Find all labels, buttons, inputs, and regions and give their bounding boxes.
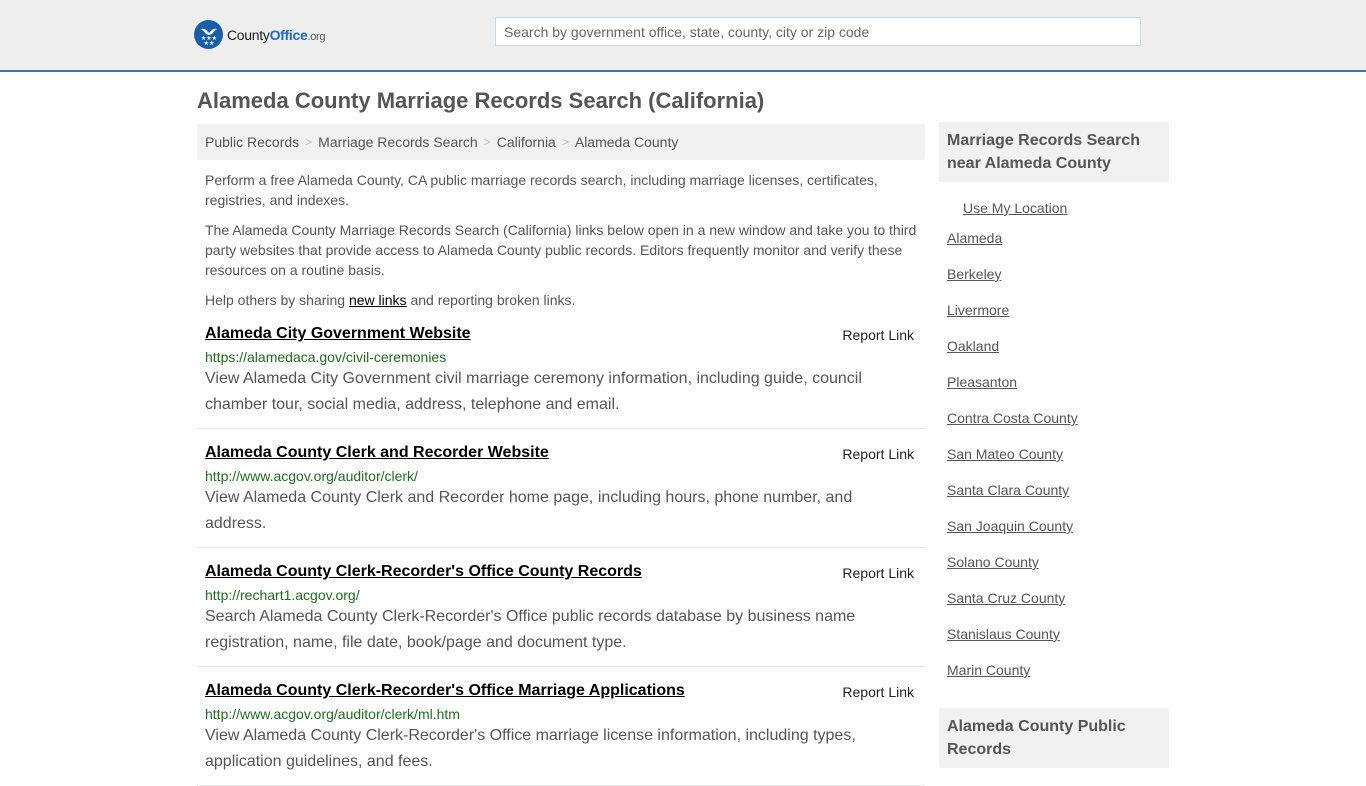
listing-title-link[interactable]: Alameda County Clerk and Recorder Websit… (205, 443, 549, 463)
nearby-item: Solano County (947, 544, 1161, 580)
nearby-item: Marin County (947, 652, 1161, 688)
use-my-location-link[interactable]: Use My Location (963, 200, 1067, 216)
listing-description: View Alameda County Clerk and Recorder h… (205, 489, 853, 532)
eagle-stars-icon: ★★★ ★★ (194, 20, 223, 49)
new-links-link[interactable]: new links (349, 292, 407, 308)
listing-url: http://www.acgov.org/auditor/clerk/ (205, 468, 418, 484)
nearby-item: Oakland (947, 328, 1161, 364)
listing-url: http://www.acgov.org/auditor/clerk/ml.ht… (205, 706, 460, 722)
breadcrumb-alameda-county[interactable]: Alameda County (575, 134, 679, 150)
report-link-button[interactable]: Report Link (842, 565, 914, 581)
listing-item: Alameda County Clerk-Recorder's Office C… (197, 548, 925, 667)
nearby-link-marin-county[interactable]: Marin County (947, 662, 1030, 678)
nearby-link-alameda[interactable]: Alameda (947, 230, 1002, 246)
nearby-item: Berkeley (947, 256, 1161, 292)
page-title: Alameda County Marriage Records Search (… (197, 88, 765, 113)
breadcrumb-california[interactable]: California (497, 134, 556, 150)
nearby-item: Stanislaus County (947, 616, 1161, 652)
nearby-item: Livermore (947, 292, 1161, 328)
breadcrumb-separator: > (561, 135, 569, 149)
listing-title-link[interactable]: Alameda County Clerk-Recorder's Office M… (205, 681, 685, 701)
nearby-item: Pleasanton (947, 364, 1161, 400)
nearby-link-berkeley[interactable]: Berkeley (947, 266, 1001, 282)
sidebar: Marriage Records Search near Alameda Cou… (939, 122, 1169, 768)
listing-title-link[interactable]: Alameda City Government Website (205, 324, 471, 344)
nearby-link-santa-clara-county[interactable]: Santa Clara County (947, 482, 1069, 498)
breadcrumb-public-records[interactable]: Public Records (205, 134, 299, 150)
listing-item: Alameda County Clerk-Recorder's Office M… (197, 667, 925, 786)
report-link-button[interactable]: Report Link (842, 446, 914, 462)
nearby-link-santa-cruz-county[interactable]: Santa Cruz County (947, 590, 1065, 606)
listing-item: Alameda City Government Website Report L… (197, 310, 925, 429)
site-header: ★★★ ★★ CountyOffice.org (0, 0, 1366, 72)
nearby-item: Contra Costa County (947, 400, 1161, 436)
nearby-link-oakland[interactable]: Oakland (947, 338, 999, 354)
nearby-link-contra-costa-county[interactable]: Contra Costa County (947, 410, 1078, 426)
main-content: Public Records > Marriage Records Search… (197, 124, 925, 786)
nearby-item: Alameda (947, 220, 1161, 256)
nearby-link-solano-county[interactable]: Solano County (947, 554, 1039, 570)
nearby-list: Alameda Berkeley Livermore Oakland Pleas… (939, 220, 1169, 688)
breadcrumb-separator: > (483, 135, 491, 149)
nearby-item: San Mateo County (947, 436, 1161, 472)
nearby-link-stanislaus-county[interactable]: Stanislaus County (947, 626, 1060, 642)
public-records-heading: Alameda County Public Records (939, 708, 1169, 768)
intro-paragraph-3: Help others by sharing new links and rep… (205, 292, 576, 308)
intro-paragraph-2: The Alameda County Marriage Records Sear… (205, 222, 917, 278)
report-link-button[interactable]: Report Link (842, 684, 914, 700)
nearby-item: Santa Clara County (947, 472, 1161, 508)
use-location: Use My Location (939, 196, 1169, 220)
logo-wordmark: CountyOffice.org (227, 26, 326, 43)
listings: Alameda City Government Website Report L… (197, 310, 925, 786)
nearby-link-pleasanton[interactable]: Pleasanton (947, 374, 1017, 390)
nearby-heading: Marriage Records Search near Alameda Cou… (939, 122, 1169, 182)
nearby-link-san-joaquin-county[interactable]: San Joaquin County (947, 518, 1073, 534)
search-input[interactable] (495, 17, 1141, 46)
intro-text: Perform a free Alameda County, CA public… (197, 170, 925, 310)
breadcrumb-separator: > (305, 135, 313, 149)
nearby-link-san-mateo-county[interactable]: San Mateo County (947, 446, 1063, 462)
listing-description: View Alameda City Government civil marri… (205, 370, 862, 413)
report-link-button[interactable]: Report Link (842, 327, 914, 343)
intro-paragraph-1: Perform a free Alameda County, CA public… (205, 172, 878, 208)
nearby-item: San Joaquin County (947, 508, 1161, 544)
nearby-item: Santa Cruz County (947, 580, 1161, 616)
listing-description: View Alameda County Clerk-Recorder's Off… (205, 727, 856, 770)
breadcrumb-marriage-records-search[interactable]: Marriage Records Search (318, 134, 478, 150)
nearby-link-livermore[interactable]: Livermore (947, 302, 1009, 318)
listing-title-link[interactable]: Alameda County Clerk-Recorder's Office C… (205, 562, 642, 582)
breadcrumb: Public Records > Marriage Records Search… (197, 124, 925, 160)
listing-url: https://alamedaca.gov/civil-ceremonies (205, 349, 447, 365)
site-logo[interactable]: ★★★ ★★ CountyOffice.org (194, 20, 326, 49)
svg-text:★★: ★★ (203, 40, 214, 46)
listing-url: http://rechart1.acgov.org/ (205, 587, 360, 603)
listing-item: Alameda County Clerk and Recorder Websit… (197, 429, 925, 548)
listing-description: Search Alameda County Clerk-Recorder's O… (205, 608, 856, 651)
